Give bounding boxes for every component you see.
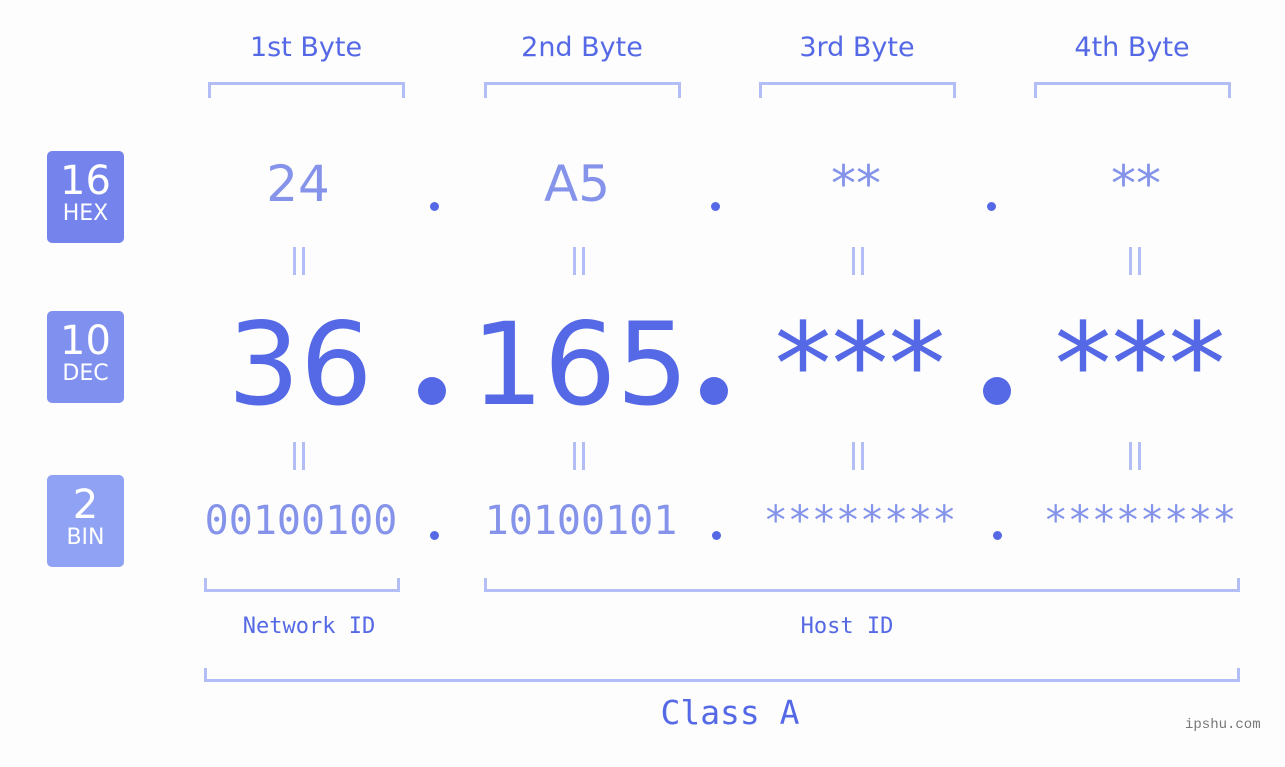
equals-icon <box>851 247 865 275</box>
hex-dot-2 <box>711 202 720 211</box>
dec-dot-3 <box>983 377 1011 405</box>
dec-byte-3: *** <box>774 298 946 431</box>
hex-base-number: 16 <box>60 158 111 204</box>
hex-byte-2: A5 <box>543 155 610 213</box>
bin-base-number: 2 <box>72 482 99 528</box>
bin-dot-2 <box>712 531 721 540</box>
hex-badge: 16 HEX <box>47 151 124 243</box>
bin-base-label: BIN <box>66 525 105 550</box>
network-id-label: Network ID <box>242 614 376 639</box>
host-id-label: Host ID <box>800 614 894 639</box>
equals-icon <box>851 442 865 470</box>
bin-byte-3: ******** <box>763 498 957 544</box>
dec-byte-4: *** <box>1054 298 1226 431</box>
equals-icon <box>1128 247 1142 275</box>
dec-byte-1: 36 <box>227 298 373 431</box>
class-label: Class A <box>660 693 800 732</box>
watermark: ipshu.com <box>1185 717 1261 733</box>
hex-dot-1 <box>430 202 439 211</box>
equals-icon <box>572 247 586 275</box>
bin-badge: 2 BIN <box>47 475 124 567</box>
byte-bracket-3 <box>759 82 956 98</box>
byte-bracket-2 <box>484 82 681 98</box>
hex-byte-1: 24 <box>266 155 330 213</box>
class-bracket <box>204 668 1240 682</box>
hex-base-label: HEX <box>62 201 109 226</box>
dec-dot-2 <box>700 377 728 405</box>
equals-icon <box>292 442 306 470</box>
hex-byte-3: ** <box>831 155 881 213</box>
byte-title-2: 2nd Byte <box>521 32 643 63</box>
byte-title-4: 4th Byte <box>1074 32 1190 63</box>
hex-dot-3 <box>987 202 996 211</box>
dec-badge: 10 DEC <box>47 311 124 403</box>
bin-byte-4: ******** <box>1043 498 1237 544</box>
byte-title-1: 1st Byte <box>249 32 363 63</box>
hex-byte-4: ** <box>1111 155 1161 213</box>
bin-byte-2: 10100101 <box>484 498 678 544</box>
network-id-bracket <box>204 578 400 592</box>
equals-icon <box>572 442 586 470</box>
dec-dot-1 <box>418 377 446 405</box>
equals-icon <box>292 247 306 275</box>
byte-bracket-1 <box>208 82 405 98</box>
dec-base-label: DEC <box>62 361 109 386</box>
bin-byte-1: 00100100 <box>204 498 398 544</box>
dec-byte-2: 165 <box>471 298 689 431</box>
equals-icon <box>1128 442 1142 470</box>
byte-bracket-4 <box>1034 82 1231 98</box>
bin-dot-3 <box>993 531 1002 540</box>
host-id-bracket <box>484 578 1240 592</box>
dec-base-number: 10 <box>60 318 111 364</box>
bin-dot-1 <box>430 531 439 540</box>
byte-title-3: 3rd Byte <box>799 32 915 63</box>
